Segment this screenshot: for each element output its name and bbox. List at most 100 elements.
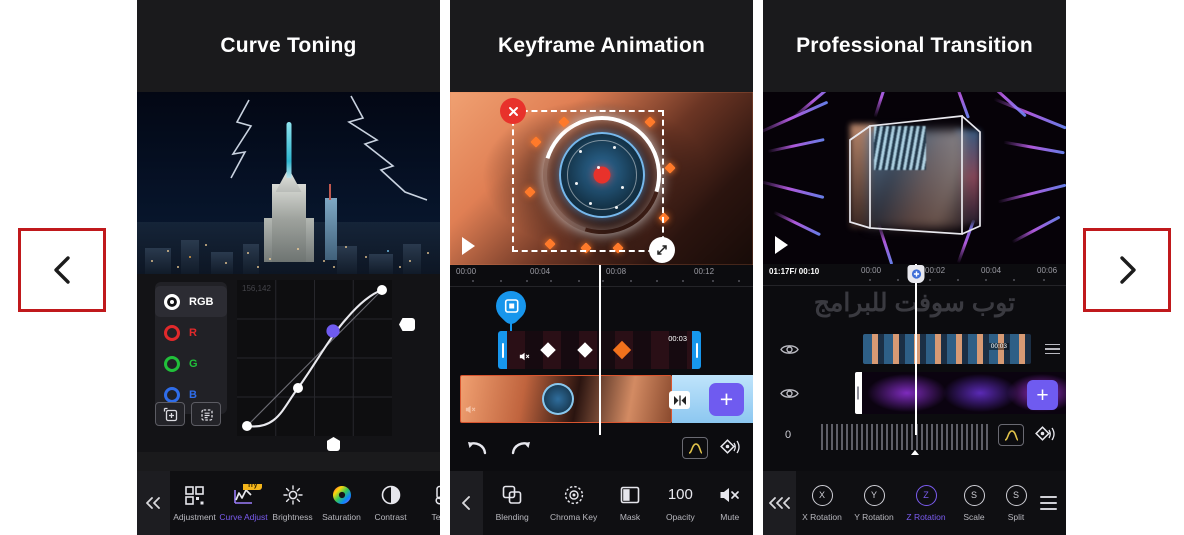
audio-waveform[interactable] (821, 424, 988, 450)
video-preview-1[interactable] (137, 92, 440, 274)
main-clip-thumbnail[interactable] (460, 375, 672, 423)
delete-element-button[interactable] (500, 98, 526, 124)
resize-handle-button[interactable] (649, 237, 675, 263)
redo-button[interactable] (510, 439, 532, 462)
carousel-prev-button[interactable] (18, 228, 106, 312)
keyframe-marker-selected[interactable] (612, 340, 631, 360)
thermometer-icon (433, 484, 440, 506)
timeline-tools-2 (450, 435, 753, 467)
speed-curve-icon (688, 442, 702, 454)
tool-mask[interactable]: Mask (607, 484, 653, 522)
add-keyframe-icon (911, 269, 921, 279)
tool-scale[interactable]: S Scale (952, 484, 996, 522)
tool-opacity[interactable]: 100 Opacity (655, 484, 705, 522)
curve-bottom-handle[interactable] (327, 437, 340, 451)
curve-point[interactable] (293, 383, 303, 393)
playhead-knob[interactable] (907, 265, 925, 283)
undo-icon (468, 442, 487, 455)
timeline-panel-2[interactable]: 00:00 00:04 00:08 00:12 00:03 + (450, 265, 753, 471)
tool-label-opacity: Opacity (665, 512, 695, 522)
channel-r[interactable]: R (155, 317, 227, 348)
x-glyph: X (811, 484, 833, 506)
add-curve-preset-button[interactable] (155, 402, 185, 426)
split-glyph: S (1005, 484, 1027, 506)
keyframe-tool-icon (1035, 426, 1055, 441)
keyframe-tool-button[interactable] (719, 438, 741, 463)
3d-cube (844, 110, 986, 246)
curve-point[interactable] (242, 421, 252, 431)
add-media-button-2[interactable]: + (709, 383, 744, 416)
video-clip-1[interactable]: 00:03 (863, 334, 1031, 364)
tool-brightness[interactable]: Brightness (268, 484, 317, 522)
tool-label-mask: Mask (619, 512, 641, 522)
tool-x-rotation[interactable]: X X Rotation (796, 484, 848, 522)
mute-icon (719, 484, 740, 506)
speed-curve-button-3[interactable] (998, 424, 1024, 446)
transition-button[interactable] (669, 391, 690, 409)
track-visibility-toggle-2[interactable] (763, 387, 815, 400)
video-preview-3[interactable] (763, 92, 1066, 264)
clip-trim-right[interactable] (692, 331, 701, 369)
close-icon (508, 106, 518, 116)
mask-icon (620, 484, 640, 506)
track-menu-button[interactable] (1045, 343, 1060, 355)
playhead-3[interactable] (915, 264, 917, 435)
keyframe-icon (504, 299, 519, 314)
tool-mute[interactable]: Mute (708, 484, 752, 522)
cube-wireframe (848, 115, 981, 235)
toolbar-menu-button-3[interactable] (1030, 471, 1066, 535)
undo-button[interactable] (466, 439, 488, 462)
add-media-button-3[interactable]: + (1027, 380, 1058, 410)
timeline-ruler-2[interactable]: 00:00 00:04 00:08 00:12 (450, 265, 753, 287)
chevron-double-left-icon (146, 497, 160, 509)
channel-label-g: G (189, 357, 198, 370)
playhead-2[interactable] (599, 265, 601, 435)
curve-point[interactable] (377, 285, 387, 295)
toolbar-panel-3: X X Rotation Y Y Rotation Z Z Rotation S… (763, 471, 1066, 535)
red-dot-icon (164, 324, 180, 341)
scale-icon: S (963, 484, 985, 506)
channel-g[interactable]: G (155, 348, 227, 379)
scale-glyph: S (963, 484, 985, 506)
copy-curve-preset-button[interactable] (191, 402, 221, 426)
tool-split[interactable]: S Split (996, 484, 1030, 522)
curve-right-handle[interactable] (399, 318, 415, 331)
keyframe-marker[interactable] (539, 342, 556, 358)
collapse-toolbar-button-3[interactable] (763, 471, 796, 535)
tool-label-y-rotation: Y Rotation (854, 512, 894, 522)
tool-z-rotation[interactable]: Z Z Rotation (900, 484, 952, 522)
color-wheel-icon (332, 484, 352, 506)
tool-saturation[interactable]: Saturation (317, 484, 366, 522)
curve-editor[interactable]: RGB R G B 156,142 (137, 274, 440, 452)
clip-trim-left[interactable] (498, 331, 507, 369)
back-button-2[interactable] (450, 471, 483, 535)
toolbar-items-3: X X Rotation Y Y Rotation Z Z Rotation S… (796, 484, 1030, 522)
keyframe-tool-button-3[interactable] (1034, 425, 1056, 450)
play-button-2[interactable] (462, 237, 475, 255)
tool-label-blending: Blending (495, 512, 529, 522)
video-preview-2[interactable] (450, 92, 753, 265)
channel-rgb[interactable]: RGB (155, 286, 227, 317)
selection-box[interactable] (500, 98, 675, 263)
track-visibility-toggle-1[interactable] (763, 343, 815, 356)
tool-label-z-rotation: Z Rotation (906, 512, 946, 522)
tool-temperature[interactable]: Tem (415, 484, 440, 522)
speed-curve-button[interactable] (682, 437, 708, 459)
curve-graph[interactable]: 156,142 (237, 280, 392, 436)
tool-adjustment[interactable]: Adjustment (170, 484, 219, 522)
ruler-label: 00:08 (606, 267, 627, 276)
carousel-next-button[interactable] (1083, 228, 1171, 312)
play-button-3[interactable] (775, 236, 788, 254)
tool-blending[interactable]: Blending (484, 484, 540, 522)
contrast-icon (381, 484, 401, 506)
tool-y-rotation[interactable]: Y Y Rotation (848, 484, 900, 522)
keyframe-marker[interactable] (576, 342, 593, 358)
collapse-toolbar-button-1[interactable] (137, 471, 170, 535)
timeline-panel-3[interactable]: 01:17F/ 00:10 00:00 00:02 00:04 00:06 تو… (763, 264, 1066, 471)
tool-contrast[interactable]: Contrast (366, 484, 415, 522)
clip-trim-handle[interactable] (857, 386, 859, 400)
curve-plot[interactable] (237, 280, 392, 436)
tool-curve-adjust[interactable]: Try Curve Adjust (219, 484, 268, 522)
tool-chroma-key[interactable]: Chroma Key (543, 484, 605, 522)
curve-point-selected[interactable] (326, 324, 340, 338)
